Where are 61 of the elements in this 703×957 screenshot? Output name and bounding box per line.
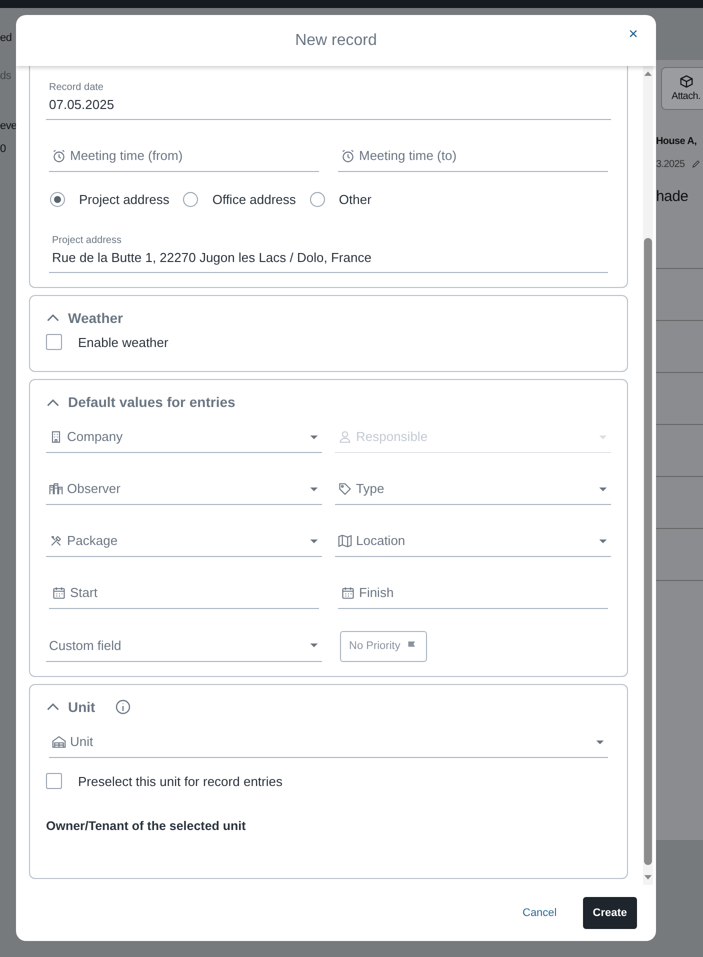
scrollbar[interactable]	[643, 66, 653, 885]
building-icon	[49, 430, 63, 444]
dropdown-field[interactable]: Type	[335, 475, 611, 505]
create-button[interactable]: Create	[582, 896, 637, 930]
background-text: ed	[0, 31, 12, 46]
field-value: Rue de la Butte 1, 22270 Jugon les Lacs / Dolo, France	[52, 249, 372, 267]
date-text: 3.2025	[656, 158, 685, 172]
calendar-icon	[341, 586, 355, 600]
buildings-icon	[49, 482, 63, 496]
field-label: Record date	[49, 81, 104, 95]
radio-label: Other	[338, 190, 372, 208]
address-field[interactable]: Project address Rue de la Butte 1, 22270 Jugon les Lacs / Dolo, France	[49, 233, 608, 272]
priority-button[interactable]: No Priority	[340, 631, 428, 662]
tools-icon	[49, 534, 63, 548]
tag-icon	[338, 482, 352, 496]
radio-button[interactable]	[310, 192, 325, 207]
attach-button[interactable]: Attach.	[661, 67, 703, 110]
close-button[interactable]: ×	[624, 25, 642, 45]
date-field[interactable]: Record date 07.05.2025	[46, 80, 611, 120]
dropdown-field[interactable]: Company	[46, 423, 322, 453]
field-label: Project address	[52, 234, 122, 248]
radio-label: Project address	[79, 190, 170, 209]
checkbox[interactable]	[46, 334, 62, 350]
background-text: 0	[0, 142, 6, 157]
pencil-icon	[691, 159, 701, 169]
radio-label: Office address	[212, 190, 296, 208]
dropdown-field[interactable]: Observer	[46, 475, 322, 505]
checkbox[interactable]	[46, 773, 62, 790]
field-value: 07.05.2025	[49, 96, 116, 114]
info-icon[interactable]	[115, 699, 132, 715]
house-name: House A,	[656, 135, 697, 149]
section-title: Unit	[68, 698, 96, 716]
time-field[interactable]: Meeting time (to)	[338, 142, 608, 172]
background-text: ds	[0, 69, 12, 84]
checkbox-label: Enable weather	[78, 334, 168, 352]
scroll-up-icon	[643, 69, 653, 79]
cancel-button[interactable]: Cancel	[514, 900, 565, 926]
date-field[interactable]: Finish	[338, 579, 608, 609]
section-title: Default values for entries	[68, 393, 236, 412]
background-text: eve	[0, 119, 17, 134]
time-field[interactable]: Meeting time (from)	[49, 142, 319, 172]
map-icon	[338, 534, 352, 548]
radio-button[interactable]	[183, 192, 198, 207]
dropdown-field[interactable]: Package	[46, 527, 322, 557]
background-heading: hade	[656, 187, 688, 207]
unit-icon	[52, 734, 66, 748]
person-icon	[338, 430, 352, 444]
modal-title: New record	[295, 30, 377, 50]
dropdown-field[interactable]: Location	[335, 527, 611, 557]
alarm-clock-icon	[341, 148, 355, 162]
box-icon	[678, 74, 694, 88]
owner-heading: Owner/Tenant of the selected unit	[46, 818, 247, 835]
dropdown-field[interactable]: Unit	[49, 728, 608, 758]
checkbox-label: Preselect this unit for record entries	[78, 772, 282, 790]
dropdown-field[interactable]: Custom field	[46, 631, 322, 662]
scroll-down-icon	[643, 872, 653, 882]
date-field[interactable]: Start	[49, 579, 319, 609]
section-title: Weather	[68, 308, 123, 328]
radio-button[interactable]	[50, 192, 65, 207]
alarm-clock-icon	[52, 148, 66, 162]
calendar-icon	[52, 586, 66, 600]
